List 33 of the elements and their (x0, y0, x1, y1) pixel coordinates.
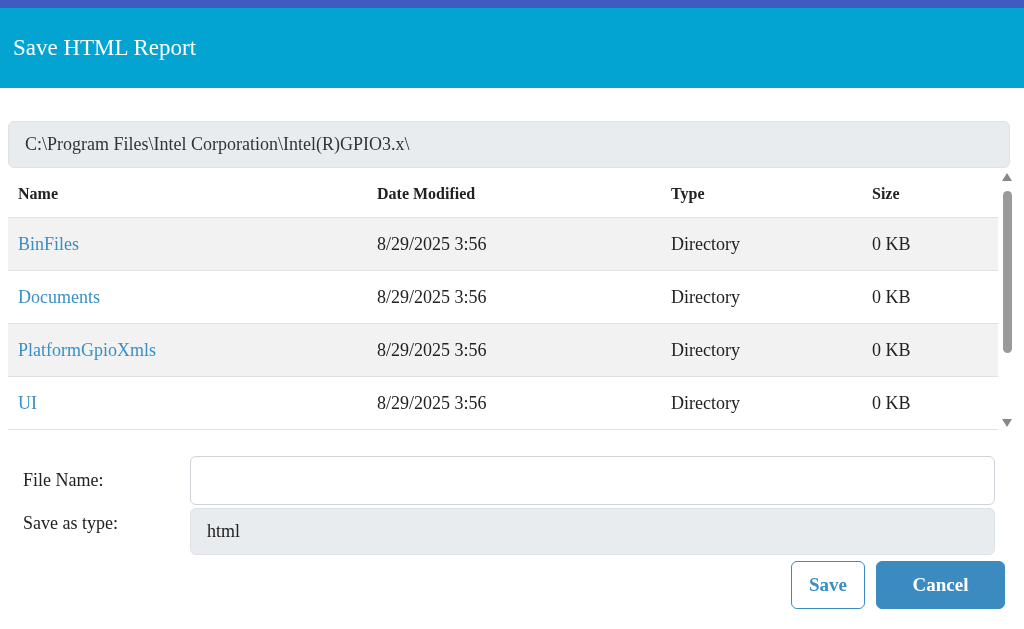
table-row[interactable]: PlatformGpioXmls 8/29/2025 3:56 Directory 0 KB (8, 324, 998, 377)
folder-link[interactable]: PlatformGpioXmls (18, 339, 156, 360)
file-name-input[interactable] (190, 456, 995, 505)
folder-link[interactable]: Documents (18, 286, 100, 307)
up-arrow-icon[interactable] (1002, 173, 1012, 181)
file-type-field[interactable]: html (190, 508, 995, 555)
table-cell: 8/29/2025 3:56 (377, 392, 487, 413)
table-row[interactable]: BinFiles 8/29/2025 3:56 Directory 0 KB (8, 218, 998, 271)
column-header: Name (18, 185, 58, 202)
column-header: Date Modified (377, 185, 476, 202)
table-cell: Directory (671, 339, 740, 360)
down-arrow-icon[interactable] (1002, 419, 1012, 427)
table-cell: 8/29/2025 3:56 (377, 339, 487, 360)
table-cell: Directory (671, 233, 740, 254)
folder-link[interactable]: BinFiles (18, 233, 79, 254)
field-label: Save as type: (22, 512, 119, 535)
cancel-button[interactable]: Cancel (876, 561, 1005, 609)
window-title: Save HTML Report (13, 33, 197, 62)
table-cell: 8/29/2025 3:56 (377, 286, 487, 307)
column-header: Type (671, 185, 705, 202)
scrollbar-thumb[interactable] (1002, 191, 1012, 353)
table-cell: 8/29/2025 3:56 (377, 233, 487, 254)
table-cell: 0 KB (872, 392, 911, 413)
table-cell: 0 KB (872, 339, 911, 360)
table-cell: Directory (671, 392, 740, 413)
column-header: Size (872, 185, 900, 202)
table-cell: Directory (671, 286, 740, 307)
table-cell: 0 KB (872, 286, 911, 307)
folder-link[interactable]: UI (18, 392, 37, 413)
path-bar: C:\Program Files\Intel Corporation\Intel(R)GPIO3.x\ (8, 121, 1010, 168)
table-cell: 0 KB (872, 233, 911, 254)
field-label: File Name: (22, 469, 105, 492)
save-button[interactable]: Save (791, 561, 865, 609)
